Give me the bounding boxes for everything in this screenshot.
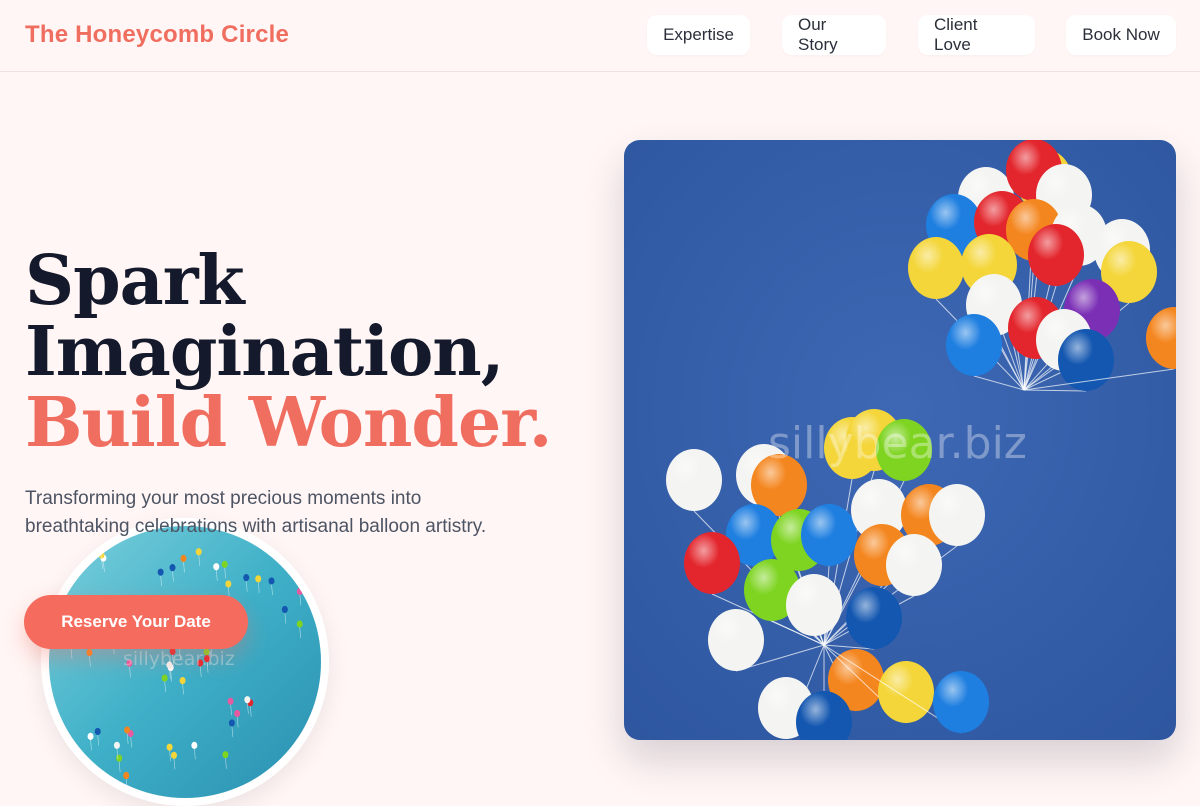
main-balloon-image: sillybear.biz xyxy=(624,140,1176,740)
hero-subtitle: Transforming your most precious moments … xyxy=(25,488,487,537)
circle-balloon-image: sillybear.biz xyxy=(41,518,329,806)
nav-link-our-story[interactable]: Our Story xyxy=(782,15,886,55)
hero-title: Spark Imagination, Build Wonder. xyxy=(25,246,552,459)
top-navigation: The Honeycomb Circle Expertise Our Story… xyxy=(0,0,1200,72)
nav-link-expertise[interactable]: Expertise xyxy=(647,15,750,55)
main-image-watermark: sillybear.biz xyxy=(768,418,1027,469)
reserve-date-button[interactable]: Reserve Your Date xyxy=(24,595,248,649)
hero-title-line-1: Spark xyxy=(25,241,245,321)
nav-link-client-love[interactable]: Client Love xyxy=(918,15,1035,55)
nav-link-book-now[interactable]: Book Now xyxy=(1066,15,1176,55)
brand-logo-text[interactable]: The Honeycomb Circle xyxy=(25,21,289,49)
hero-title-accent: Build Wonder. xyxy=(25,383,552,463)
hero-title-line-2: Imagination, xyxy=(25,312,504,392)
circle-image-watermark: sillybear.biz xyxy=(123,648,235,670)
